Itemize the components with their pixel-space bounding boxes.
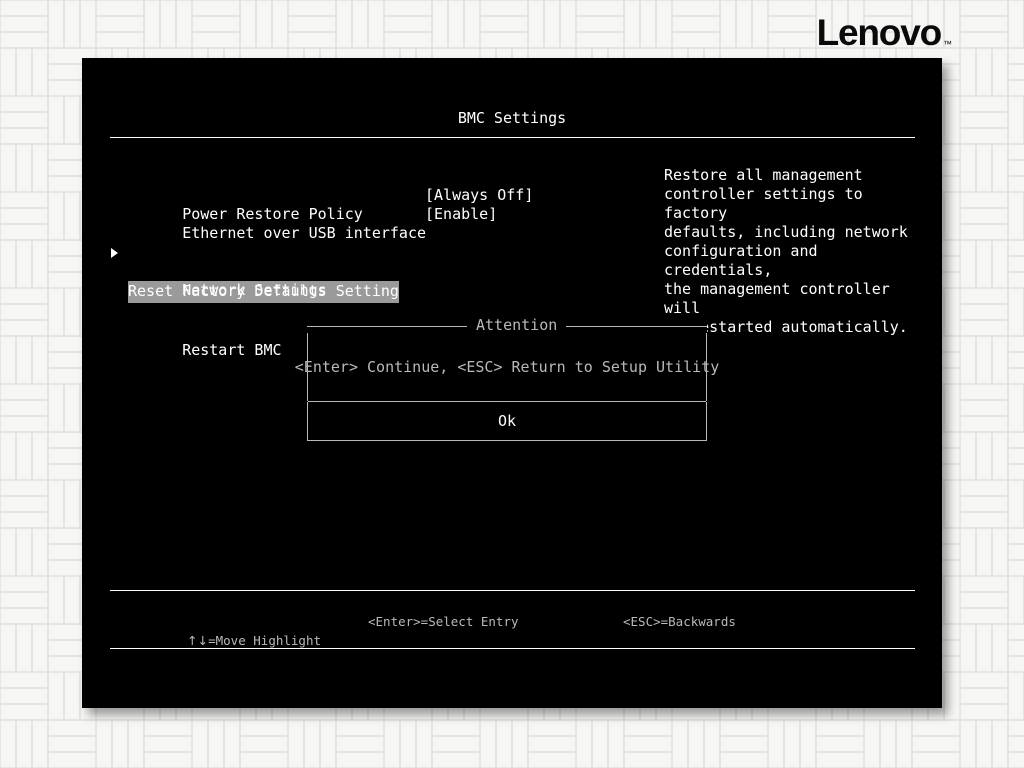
dialog-border-segment-right: [566, 326, 707, 327]
setting-value[interactable]: [Enable]: [425, 205, 497, 224]
dialog-title: Attention: [476, 316, 558, 334]
up-down-arrow-icon: ↑↓: [187, 633, 209, 648]
hint-move-highlight-label: =Move Highlight: [208, 633, 321, 648]
header-divider: [110, 137, 915, 138]
bios-setup-console: BMC Settings Power Restore Policy [Alway…: [82, 58, 942, 708]
dialog-message: <Enter> Continue, <ESC> Return to Setup …: [295, 333, 719, 401]
menu-spacer: [128, 262, 598, 281]
menu-item-label: Restart BMC: [182, 341, 282, 359]
hint-backwards: <ESC>=Backwards: [623, 614, 736, 629]
footer-divider-bottom: [110, 648, 915, 649]
hint-select-entry: <Enter>=Select Entry: [368, 614, 519, 629]
submenu-label: Network Settings: [182, 281, 327, 299]
hint-move-highlight: ↑↓=Move Highlight: [142, 612, 321, 669]
lenovo-wordmark: Lenovo: [816, 12, 943, 53]
page-title: BMC Settings: [457, 109, 567, 127]
footer-divider-top: [110, 590, 915, 591]
menu-item-ethernet-over-usb[interactable]: Ethernet over USB interface [Enable]: [128, 205, 598, 242]
lenovo-logo: Lenovo ™: [817, 14, 952, 51]
attention-dialog: Attention <Enter> Continue, <ESC> Return…: [295, 316, 719, 441]
menu-item-power-restore-policy[interactable]: Power Restore Policy [Always Off]: [128, 186, 598, 223]
dialog-border-segment-left: [307, 326, 467, 327]
trademark-symbol: ™: [943, 39, 952, 49]
key-hints-bar: ↑↓=Move Highlight <Enter>=Select Entry <…: [110, 603, 915, 648]
dialog-ok-button[interactable]: Ok: [307, 402, 707, 441]
setting-value[interactable]: [Always Off]: [425, 186, 533, 205]
dialog-top-border: Attention: [307, 316, 707, 334]
help-text-pane: Restore all management controller settin…: [664, 166, 908, 336]
setting-label: Ethernet over USB interface: [182, 224, 427, 242]
menu-item-network-settings[interactable]: Network Settings: [111, 243, 598, 299]
right-triangle-icon: [111, 248, 118, 258]
